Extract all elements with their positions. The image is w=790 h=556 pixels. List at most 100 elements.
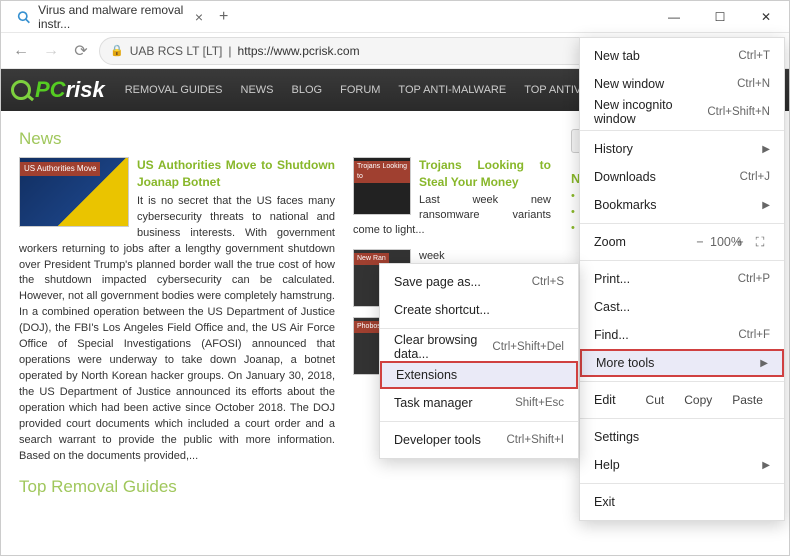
menu-label: New tab xyxy=(594,49,640,63)
menu-label: New window xyxy=(594,77,664,91)
url-separator: | xyxy=(228,44,231,58)
menu-new-tab[interactable]: New tab Ctrl+T xyxy=(580,42,784,70)
menu-label: Find... xyxy=(594,328,629,342)
tab-title: Virus and malware removal instr... xyxy=(38,3,187,31)
close-tab-icon[interactable]: × xyxy=(195,9,203,25)
shortcut-text: Ctrl+Shift+N xyxy=(707,106,770,118)
maximize-button[interactable]: ☐ xyxy=(697,1,743,33)
back-button[interactable]: ← xyxy=(9,39,33,63)
menu-incognito[interactable]: New incognito windowCtrl+Shift+N xyxy=(580,98,784,126)
menu-label: Clear browsing data... xyxy=(394,333,492,361)
menu-new-window[interactable]: New window Ctrl+N xyxy=(580,70,784,98)
menu-label: More tools xyxy=(596,356,654,370)
navitem-blog[interactable]: BLOG xyxy=(292,84,323,96)
chevron-right-icon: ▶ xyxy=(760,358,768,369)
menu-history[interactable]: History ▶ xyxy=(580,135,784,163)
menu-print[interactable]: Print... Ctrl+P xyxy=(580,265,784,293)
logo-text-pc: PC xyxy=(35,77,66,103)
menu-label: Developer tools xyxy=(394,433,481,447)
menu-cast[interactable]: Cast... xyxy=(580,293,784,321)
menu-label: Bookmarks xyxy=(594,198,657,212)
site-favicon xyxy=(17,9,30,25)
shortcut-text: Ctrl+N xyxy=(737,78,770,90)
menu-separator xyxy=(580,260,784,261)
menu-label: Settings xyxy=(594,430,639,444)
forward-button: → xyxy=(39,39,63,63)
navitem-forum[interactable]: FORUM xyxy=(340,84,380,96)
chrome-main-menu: New tab Ctrl+T New window Ctrl+N New incog… xyxy=(579,37,785,521)
edit-copy-button[interactable]: Copy xyxy=(674,390,722,410)
menu-downloads[interactable]: Downloads Ctrl+J xyxy=(580,163,784,191)
zoom-in-button[interactable]: + xyxy=(730,235,750,249)
article1-body: It is no secret that the US faces many c… xyxy=(19,195,335,462)
menu-label: Downloads xyxy=(594,170,656,184)
new-tab-button[interactable]: + xyxy=(219,8,228,26)
menu-separator xyxy=(580,418,784,419)
browser-window: Virus and malware removal instr... × + —… xyxy=(0,0,790,556)
submenu-extensions[interactable]: Extensions xyxy=(380,361,578,389)
shortcut-text: Ctrl+Shift+Del xyxy=(492,341,564,353)
menu-bookmarks[interactable]: Bookmarks▶ xyxy=(580,191,784,219)
reload-button[interactable]: ⟳ xyxy=(69,39,93,63)
lock-icon: 🔒 xyxy=(110,44,124,57)
shortcut-text: Ctrl+P xyxy=(738,273,770,285)
menu-zoom: Zoom − 100% + ⛶ xyxy=(580,228,784,256)
menu-separator xyxy=(580,483,784,484)
close-window-button[interactable]: ✕ xyxy=(743,1,789,33)
more-tools-submenu: Save page as... Ctrl+S Create shortcut...… xyxy=(379,263,579,459)
menu-label: Zoom xyxy=(594,235,626,249)
shortcut-text: Ctrl+J xyxy=(740,171,770,183)
article1-overlay: US Authorities Move xyxy=(20,162,100,176)
minimize-button[interactable]: — xyxy=(651,1,697,33)
article3-body: week xyxy=(419,250,445,262)
article2-overlay: Trojans Looking to xyxy=(354,161,410,183)
fullscreen-icon[interactable]: ⛶ xyxy=(750,235,770,250)
menu-settings[interactable]: Settings xyxy=(580,423,784,451)
site-logo[interactable]: PCrisk xyxy=(11,74,105,106)
article1-thumbnail[interactable]: US Authorities Move xyxy=(19,157,129,227)
menu-label: Help xyxy=(594,458,620,472)
menu-edit: Edit Cut Copy Paste xyxy=(580,386,784,414)
menu-label: Save page as... xyxy=(394,275,481,289)
menu-label: Cast... xyxy=(594,300,630,314)
article2-thumbnail[interactable]: Trojans Looking to xyxy=(353,157,411,215)
shortcut-text: Ctrl+S xyxy=(532,276,564,288)
navitem-anti-malware[interactable]: TOP ANTI-MALWARE xyxy=(398,84,506,96)
edit-paste-button[interactable]: Paste xyxy=(722,390,773,410)
menu-separator xyxy=(380,328,578,329)
section-header-news: News xyxy=(19,129,551,149)
menu-find[interactable]: Find... Ctrl+F xyxy=(580,321,784,349)
titlebar: Virus and malware removal instr... × + —… xyxy=(1,1,789,33)
navitem-news[interactable]: NEWS xyxy=(241,84,274,96)
menu-label: New incognito window xyxy=(594,98,707,126)
site-identity: UAB RCS LT [LT] xyxy=(130,44,223,58)
browser-tab[interactable]: Virus and malware removal instr... × xyxy=(1,1,211,33)
submenu-clear-browsing-data[interactable]: Clear browsing data...Ctrl+Shift+Del xyxy=(380,333,578,361)
zoom-value: 100% xyxy=(710,235,730,249)
submenu-task-manager[interactable]: Task managerShift+Esc xyxy=(380,389,578,417)
magnifier-icon xyxy=(11,80,31,100)
menu-label: Print... xyxy=(594,272,630,286)
menu-label: History xyxy=(594,142,633,156)
menu-label: Create shortcut... xyxy=(394,303,490,317)
menu-label: Edit xyxy=(594,393,616,407)
shortcut-text: Ctrl+T xyxy=(738,50,770,62)
menu-separator xyxy=(580,381,784,382)
menu-label: Exit xyxy=(594,495,615,509)
submenu-developer-tools[interactable]: Developer toolsCtrl+Shift+I xyxy=(380,426,578,454)
edit-cut-button[interactable]: Cut xyxy=(636,390,675,410)
navitem-removal-guides[interactable]: REMOVAL GUIDES xyxy=(125,84,223,96)
menu-help[interactable]: Help ▶ xyxy=(580,451,784,479)
shortcut-text: Ctrl+F xyxy=(738,329,770,341)
menu-label: Extensions xyxy=(396,368,457,382)
submenu-create-shortcut[interactable]: Create shortcut... xyxy=(380,296,578,324)
menu-more-tools[interactable]: More tools ▶ xyxy=(580,349,784,377)
url-text: https://www.pcrisk.com xyxy=(238,44,360,58)
submenu-save-page[interactable]: Save page as... Ctrl+S xyxy=(380,268,578,296)
logo-text-risk: risk xyxy=(66,77,105,103)
menu-exit[interactable]: Exit xyxy=(580,488,784,516)
news-article-1: US Authorities Move US Authorities Move … xyxy=(19,157,335,465)
chevron-right-icon: ▶ xyxy=(762,460,770,471)
chevron-right-icon: ▶ xyxy=(762,144,770,155)
zoom-out-button[interactable]: − xyxy=(690,235,710,249)
